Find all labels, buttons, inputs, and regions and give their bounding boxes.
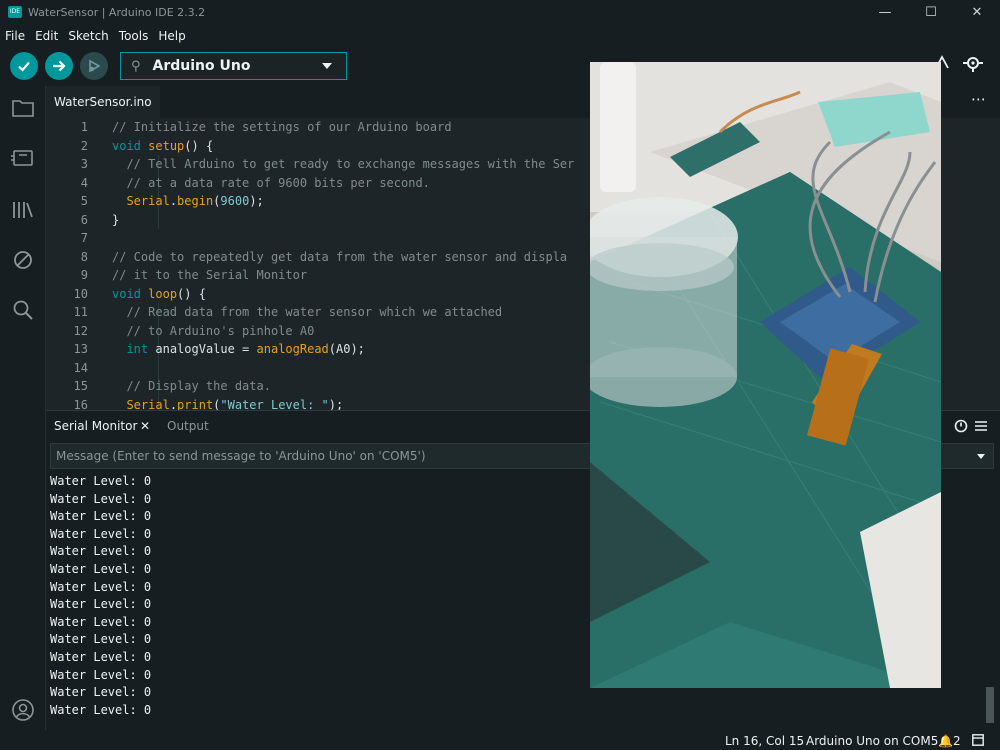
library-manager-icon[interactable] bbox=[11, 198, 35, 222]
search-icon[interactable] bbox=[11, 298, 35, 322]
clear-output-icon[interactable] bbox=[974, 419, 988, 437]
check-icon bbox=[18, 61, 30, 72]
arrow-right-icon bbox=[53, 60, 66, 72]
minimize-button[interactable]: — bbox=[862, 0, 908, 24]
chevron-down-icon bbox=[977, 454, 985, 459]
debug-icon[interactable] bbox=[11, 248, 35, 272]
code-text: Serial.begin(9600); bbox=[126, 194, 264, 208]
line-number: 15 bbox=[73, 379, 88, 393]
line-number: 12 bbox=[73, 323, 88, 338]
tab-serial-monitor[interactable]: Serial Monitor bbox=[54, 419, 137, 433]
line-number: 7 bbox=[80, 231, 88, 245]
chevron-down-icon bbox=[322, 63, 332, 69]
close-button[interactable]: ✕ bbox=[954, 0, 1000, 24]
serial-monitor-icon bbox=[963, 57, 983, 72]
line-number: 8 bbox=[80, 249, 88, 264]
line-number: 16 bbox=[73, 397, 88, 411]
board-port-status[interactable]: Arduino Uno on COM5 bbox=[806, 734, 938, 748]
toggle-panel-icon[interactable] bbox=[972, 734, 984, 749]
serial-output-line: Water Level: 0 bbox=[50, 702, 152, 717]
profile-icon[interactable] bbox=[11, 698, 35, 722]
debug-button[interactable] bbox=[80, 52, 108, 80]
title-bar: IDE WaterSensor | Arduino IDE 2.3.2 — ☐ … bbox=[0, 0, 1000, 24]
line-number: 14 bbox=[73, 360, 88, 375]
serial-monitor-button[interactable] bbox=[962, 54, 984, 76]
panel-actions bbox=[954, 419, 988, 437]
debug-icon bbox=[89, 59, 101, 73]
close-icon[interactable]: ✕ bbox=[140, 419, 150, 433]
menu-tools[interactable]: Tools bbox=[114, 29, 154, 43]
notifications-indicator[interactable]: 🔔2 bbox=[938, 734, 961, 748]
code-text: void setup() { bbox=[112, 138, 214, 153]
line-ending-select[interactable] bbox=[936, 443, 994, 469]
line-number: 1 bbox=[80, 120, 88, 134]
line-number: 13 bbox=[73, 342, 88, 356]
line-number: 9 bbox=[80, 268, 88, 282]
code-text: void loop() { bbox=[112, 286, 206, 301]
menu-bar: File Edit Sketch Tools Help bbox=[0, 26, 191, 46]
board-selector[interactable]: ⚲ Arduino Uno bbox=[120, 52, 347, 80]
code-text: // Read data from the water sensor which… bbox=[126, 305, 503, 319]
code-text: // it to the Serial Monitor bbox=[112, 268, 308, 282]
code-text: // Display the data. bbox=[126, 379, 271, 393]
tab-watersensor-ino[interactable]: WaterSensor.ino bbox=[46, 86, 160, 118]
scrollbar-thumb[interactable] bbox=[986, 687, 994, 723]
activity-bar bbox=[0, 86, 46, 730]
verify-button[interactable] bbox=[10, 52, 38, 80]
boards-manager-icon[interactable] bbox=[11, 146, 35, 170]
sketchbook-icon[interactable] bbox=[11, 96, 35, 120]
code-text: // Code to repeatedly get data from the … bbox=[112, 249, 568, 264]
code-text: // Initialize the settings of our Arduin… bbox=[112, 120, 452, 134]
window-title: WaterSensor | Arduino IDE 2.3.2 bbox=[28, 5, 206, 19]
code-text: // at a data rate of 9600 bits per secon… bbox=[126, 175, 430, 190]
code-text: // to Arduino's pinhole A0 bbox=[126, 323, 315, 338]
line-number: 11 bbox=[73, 305, 88, 319]
bell-icon: 🔔 bbox=[938, 734, 953, 748]
usb-icon: ⚲ bbox=[131, 58, 141, 74]
notification-count: 2 bbox=[952, 734, 961, 748]
status-bar: Ln 16, Col 15 Arduino Uno on COM5 🔔2 bbox=[0, 730, 1000, 750]
menu-help[interactable]: Help bbox=[153, 29, 190, 43]
timestamp-toggle-icon[interactable] bbox=[954, 419, 968, 437]
circuit-photo-image bbox=[590, 62, 941, 688]
menu-file[interactable]: File bbox=[0, 29, 30, 43]
line-number: 4 bbox=[80, 175, 88, 190]
window-controls: — ☐ ✕ bbox=[862, 0, 1000, 24]
more-icon[interactable]: ⋯ bbox=[971, 90, 986, 108]
line-number: 2 bbox=[80, 138, 88, 153]
tab-output[interactable]: Output bbox=[167, 419, 209, 433]
menu-sketch[interactable]: Sketch bbox=[63, 29, 113, 43]
maximize-button[interactable]: ☐ bbox=[908, 0, 954, 24]
line-number: 3 bbox=[80, 157, 88, 171]
board-name: Arduino Uno bbox=[152, 58, 251, 74]
code-text: // Tell Arduino to get ready to exchange… bbox=[126, 157, 575, 171]
code-text: Serial.print("Water Level: "); bbox=[126, 397, 344, 411]
line-number: 10 bbox=[73, 286, 88, 301]
menu-edit[interactable]: Edit bbox=[30, 29, 63, 43]
circuit-photo bbox=[590, 62, 941, 688]
line-number: 6 bbox=[80, 212, 88, 227]
arduino-app-icon: IDE bbox=[8, 6, 22, 18]
line-number: 5 bbox=[80, 194, 88, 208]
upload-button[interactable] bbox=[45, 52, 73, 80]
code-text: } bbox=[112, 212, 120, 227]
cursor-position[interactable]: Ln 16, Col 15 bbox=[725, 734, 804, 748]
code-text: int analogValue = analogRead(A0); bbox=[126, 342, 365, 356]
